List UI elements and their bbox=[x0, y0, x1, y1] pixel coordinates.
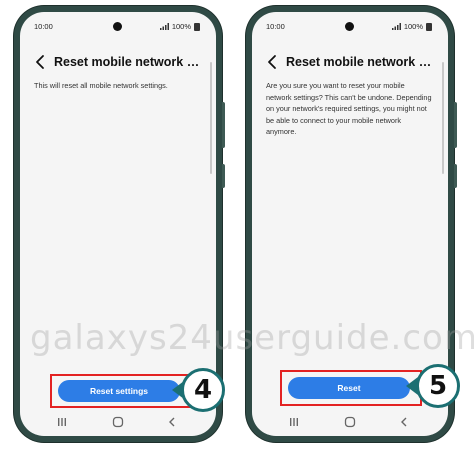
chevron-left-icon[interactable] bbox=[266, 54, 280, 70]
navigation-bar bbox=[20, 414, 216, 430]
power-button bbox=[454, 164, 457, 188]
reset-button[interactable]: Reset bbox=[288, 377, 410, 399]
status-bar: 10:00 100% bbox=[252, 20, 448, 34]
phone-screen: 10:00 100% Reset mobile ne bbox=[20, 12, 216, 436]
app-header: Reset mobile network settings bbox=[20, 52, 216, 74]
volume-button bbox=[222, 102, 225, 148]
phone-screen: 10:00 100% Reset mobile ne bbox=[252, 12, 448, 436]
home-icon[interactable] bbox=[344, 416, 356, 428]
home-icon[interactable] bbox=[112, 416, 124, 428]
scroll-indicator bbox=[210, 62, 212, 174]
signal-icon bbox=[159, 23, 169, 30]
watermark: galaxys24userguide.com bbox=[30, 318, 474, 358]
step-badge-5: 5 bbox=[416, 364, 460, 408]
recent-apps-icon[interactable] bbox=[56, 416, 68, 428]
navigation-bar bbox=[252, 414, 448, 430]
battery-icon bbox=[426, 22, 432, 31]
tutorial-composite: 10:00 100% Reset mobile network se This … bbox=[0, 0, 474, 449]
volume-button bbox=[454, 102, 457, 148]
app-header: Reset mobile network settings bbox=[252, 52, 448, 74]
status-time: 10:00 bbox=[34, 22, 53, 31]
battery-icon bbox=[194, 22, 200, 31]
page-title: Reset mobile network settings bbox=[286, 55, 436, 69]
step-badge-4: 4 bbox=[181, 368, 225, 412]
back-nav-icon[interactable] bbox=[166, 416, 178, 428]
power-button bbox=[222, 164, 225, 188]
status-time: 10:00 bbox=[266, 22, 285, 31]
page-title: Reset mobile network settings bbox=[54, 55, 204, 69]
confirmation-text: Are you sure you want to reset your mobi… bbox=[266, 81, 432, 136]
battery-level: 100% bbox=[403, 22, 423, 31]
status-bar: 10:00 100% bbox=[20, 20, 216, 34]
back-nav-icon[interactable] bbox=[398, 416, 410, 428]
front-camera bbox=[113, 22, 122, 31]
chevron-left-icon[interactable] bbox=[34, 54, 48, 70]
signal-icon bbox=[391, 23, 401, 30]
scroll-indicator bbox=[442, 62, 444, 174]
reset-settings-button[interactable]: Reset settings bbox=[58, 380, 180, 402]
front-camera bbox=[345, 22, 354, 31]
battery-level: 100% bbox=[171, 22, 191, 31]
recent-apps-icon[interactable] bbox=[288, 416, 300, 428]
description-text: This will reset all mobile network setti… bbox=[34, 81, 168, 90]
